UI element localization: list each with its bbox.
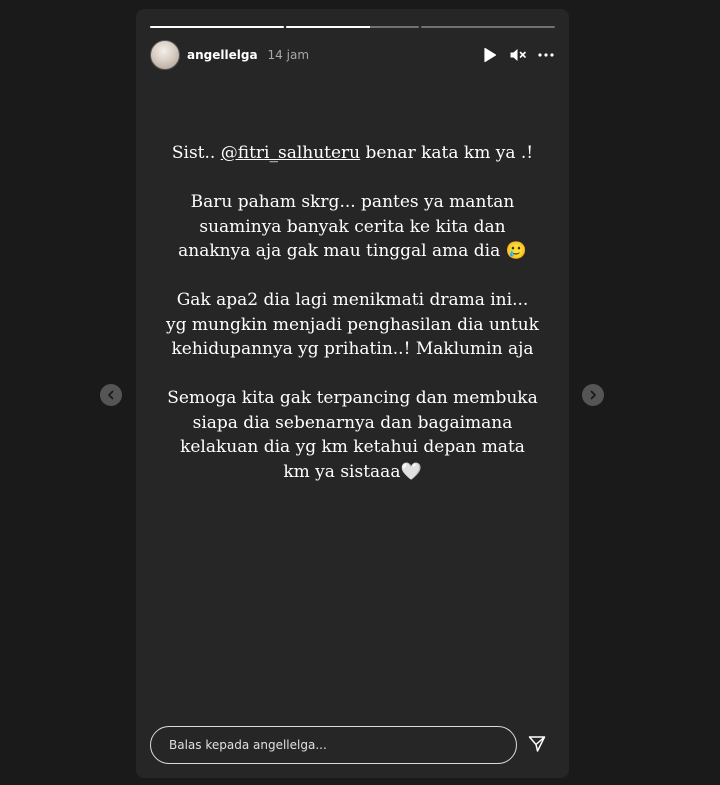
- story-caption: Sist.. @fitri_salhuteru benar kata km ya…: [166, 141, 539, 509]
- chevron-left-icon: [108, 390, 114, 400]
- story-progress-bar: [150, 26, 556, 28]
- avatar[interactable]: [150, 40, 180, 70]
- caption-paragraph-4: Semoga kita gak terpancing dan membuka s…: [167, 388, 538, 482]
- reply-input[interactable]: [150, 726, 517, 764]
- caption-text: Sist..: [171, 143, 221, 163]
- speaker-muted-icon: [510, 49, 526, 61]
- caption-paragraph-1: Sist.. @fitri_salhuteru benar kata km ya…: [166, 141, 539, 166]
- mention-link[interactable]: @fitri_salhuteru: [221, 143, 360, 163]
- next-story-button[interactable]: [582, 384, 604, 406]
- caption-text: benar kata km ya .!: [360, 143, 534, 163]
- progress-fill-2: [285, 26, 370, 28]
- send-button[interactable]: [527, 734, 547, 754]
- caption-paragraph-3: Gak apa2 dia lagi menikmati drama ini...…: [166, 290, 539, 359]
- mute-button[interactable]: [509, 46, 527, 64]
- more-options-button[interactable]: [537, 46, 555, 64]
- header-controls: [481, 46, 555, 64]
- play-button[interactable]: [481, 46, 499, 64]
- username-link[interactable]: angellelga: [187, 48, 258, 62]
- more-options-icon: [538, 53, 554, 57]
- play-icon: [484, 47, 497, 63]
- progress-segment-2: [285, 26, 420, 28]
- story-header: angellelga 14 jam: [150, 40, 555, 70]
- progress-fill-1: [150, 26, 284, 28]
- progress-segment-3: [421, 26, 556, 28]
- caption-paragraph-2: Baru paham skrg... pantes ya mantan suam…: [178, 192, 527, 261]
- previous-story-button[interactable]: [100, 384, 122, 406]
- story-viewer[interactable]: angellelga 14 jam Sist.. @fitri_salhuter…: [136, 9, 569, 778]
- chevron-right-icon: [590, 390, 596, 400]
- send-icon: [528, 736, 546, 752]
- post-time: 14 jam: [267, 48, 310, 62]
- progress-segment-1: [150, 26, 284, 28]
